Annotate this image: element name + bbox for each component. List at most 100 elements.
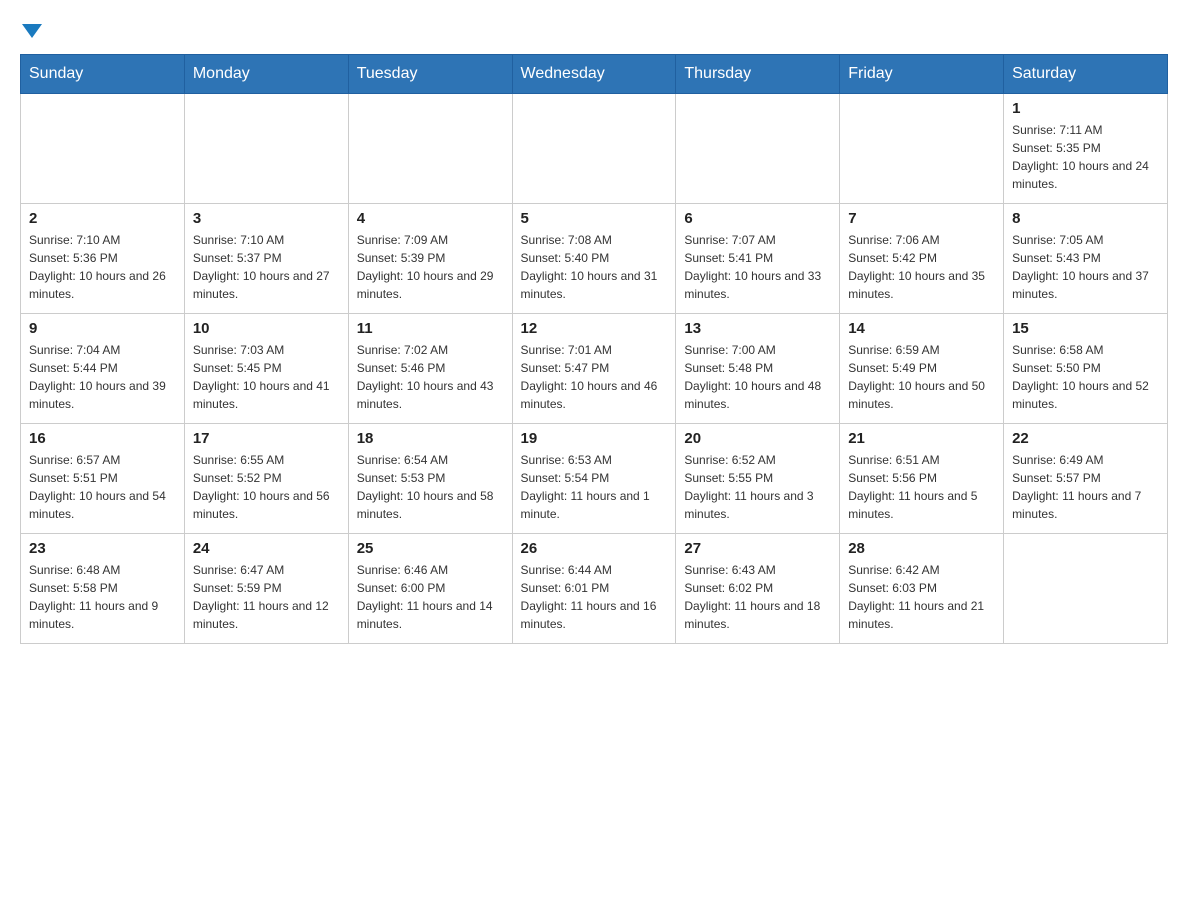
calendar-cell: 2 Sunrise: 7:10 AM Sunset: 5:36 PM Daylig… [21,204,185,314]
calendar-header: SundayMondayTuesdayWednesdayThursdayFrid… [21,55,1168,94]
day-info: Sunrise: 7:10 AM Sunset: 5:36 PM Dayligh… [29,231,176,303]
day-info: Sunrise: 6:42 AM Sunset: 6:03 PM Dayligh… [848,561,995,633]
day-info: Sunrise: 6:58 AM Sunset: 5:50 PM Dayligh… [1012,341,1159,413]
calendar-cell: 25 Sunrise: 6:46 AM Sunset: 6:00 PM Dayli… [348,534,512,644]
calendar-cell: 9 Sunrise: 7:04 AM Sunset: 5:44 PM Daylig… [21,314,185,424]
day-number: 10 [193,320,340,337]
calendar-cell: 19 Sunrise: 6:53 AM Sunset: 5:54 PM Dayli… [512,424,676,534]
day-info: Sunrise: 7:07 AM Sunset: 5:41 PM Dayligh… [684,231,831,303]
day-info: Sunrise: 6:53 AM Sunset: 5:54 PM Dayligh… [521,451,668,523]
day-info: Sunrise: 6:57 AM Sunset: 5:51 PM Dayligh… [29,451,176,523]
day-number: 14 [848,320,995,337]
calendar-cell [512,94,676,204]
day-info: Sunrise: 7:01 AM Sunset: 5:47 PM Dayligh… [521,341,668,413]
page-header [20,20,1168,38]
day-info: Sunrise: 7:09 AM Sunset: 5:39 PM Dayligh… [357,231,504,303]
day-info: Sunrise: 6:54 AM Sunset: 5:53 PM Dayligh… [357,451,504,523]
calendar-cell [184,94,348,204]
day-number: 12 [521,320,668,337]
day-of-week-header: Sunday [21,55,185,94]
day-info: Sunrise: 6:43 AM Sunset: 6:02 PM Dayligh… [684,561,831,633]
day-number: 28 [848,540,995,557]
week-row: 23 Sunrise: 6:48 AM Sunset: 5:58 PM Dayli… [21,534,1168,644]
calendar-cell [676,94,840,204]
days-of-week-row: SundayMondayTuesdayWednesdayThursdayFrid… [21,55,1168,94]
calendar-cell: 10 Sunrise: 7:03 AM Sunset: 5:45 PM Dayli… [184,314,348,424]
calendar-cell [840,94,1004,204]
calendar-cell: 1 Sunrise: 7:11 AM Sunset: 5:35 PM Daylig… [1004,94,1168,204]
day-info: Sunrise: 6:59 AM Sunset: 5:49 PM Dayligh… [848,341,995,413]
day-number: 9 [29,320,176,337]
calendar-cell: 12 Sunrise: 7:01 AM Sunset: 5:47 PM Dayli… [512,314,676,424]
calendar-cell: 23 Sunrise: 6:48 AM Sunset: 5:58 PM Dayli… [21,534,185,644]
day-info: Sunrise: 7:10 AM Sunset: 5:37 PM Dayligh… [193,231,340,303]
day-info: Sunrise: 6:49 AM Sunset: 5:57 PM Dayligh… [1012,451,1159,523]
week-row: 9 Sunrise: 7:04 AM Sunset: 5:44 PM Daylig… [21,314,1168,424]
day-number: 3 [193,210,340,227]
day-number: 5 [521,210,668,227]
day-number: 13 [684,320,831,337]
day-info: Sunrise: 7:00 AM Sunset: 5:48 PM Dayligh… [684,341,831,413]
calendar-cell: 4 Sunrise: 7:09 AM Sunset: 5:39 PM Daylig… [348,204,512,314]
day-info: Sunrise: 6:46 AM Sunset: 6:00 PM Dayligh… [357,561,504,633]
calendar-cell: 22 Sunrise: 6:49 AM Sunset: 5:57 PM Dayli… [1004,424,1168,534]
calendar-cell: 15 Sunrise: 6:58 AM Sunset: 5:50 PM Dayli… [1004,314,1168,424]
day-info: Sunrise: 6:55 AM Sunset: 5:52 PM Dayligh… [193,451,340,523]
day-number: 25 [357,540,504,557]
day-info: Sunrise: 6:47 AM Sunset: 5:59 PM Dayligh… [193,561,340,633]
day-number: 19 [521,430,668,447]
day-number: 26 [521,540,668,557]
day-info: Sunrise: 7:08 AM Sunset: 5:40 PM Dayligh… [521,231,668,303]
week-row: 2 Sunrise: 7:10 AM Sunset: 5:36 PM Daylig… [21,204,1168,314]
day-number: 18 [357,430,504,447]
week-row: 1 Sunrise: 7:11 AM Sunset: 5:35 PM Daylig… [21,94,1168,204]
day-number: 4 [357,210,504,227]
day-number: 8 [1012,210,1159,227]
calendar-cell: 11Sunrise: 7:02 AM Sunset: 5:46 PM Dayli… [348,314,512,424]
day-of-week-header: Thursday [676,55,840,94]
calendar-cell: 27 Sunrise: 6:43 AM Sunset: 6:02 PM Dayli… [676,534,840,644]
day-info: Sunrise: 6:48 AM Sunset: 5:58 PM Dayligh… [29,561,176,633]
calendar-cell: 13 Sunrise: 7:00 AM Sunset: 5:48 PM Dayli… [676,314,840,424]
day-info: Sunrise: 7:02 AM Sunset: 5:46 PM Dayligh… [357,341,504,413]
calendar-cell: 20Sunrise: 6:52 AM Sunset: 5:55 PM Dayli… [676,424,840,534]
logo-arrow-icon [22,24,42,38]
calendar-cell [21,94,185,204]
day-of-week-header: Monday [184,55,348,94]
day-info: Sunrise: 6:44 AM Sunset: 6:01 PM Dayligh… [521,561,668,633]
calendar-cell: 14 Sunrise: 6:59 AM Sunset: 5:49 PM Dayli… [840,314,1004,424]
day-number: 23 [29,540,176,557]
calendar-cell: 28 Sunrise: 6:42 AM Sunset: 6:03 PM Dayli… [840,534,1004,644]
day-number: 2 [29,210,176,227]
calendar-cell: 7 Sunrise: 7:06 AM Sunset: 5:42 PM Daylig… [840,204,1004,314]
calendar-cell: 21Sunrise: 6:51 AM Sunset: 5:56 PM Dayli… [840,424,1004,534]
calendar-cell: 26 Sunrise: 6:44 AM Sunset: 6:01 PM Dayli… [512,534,676,644]
calendar-cell: 8Sunrise: 7:05 AM Sunset: 5:43 PM Daylig… [1004,204,1168,314]
day-number: 20 [684,430,831,447]
calendar-cell [348,94,512,204]
day-info: Sunrise: 7:06 AM Sunset: 5:42 PM Dayligh… [848,231,995,303]
calendar-cell: 18 Sunrise: 6:54 AM Sunset: 5:53 PM Dayli… [348,424,512,534]
calendar-cell: 17Sunrise: 6:55 AM Sunset: 5:52 PM Dayli… [184,424,348,534]
week-row: 16Sunrise: 6:57 AM Sunset: 5:51 PM Dayli… [21,424,1168,534]
day-number: 7 [848,210,995,227]
calendar-cell: 24 Sunrise: 6:47 AM Sunset: 5:59 PM Dayli… [184,534,348,644]
day-info: Sunrise: 7:04 AM Sunset: 5:44 PM Dayligh… [29,341,176,413]
day-number: 27 [684,540,831,557]
day-info: Sunrise: 7:03 AM Sunset: 5:45 PM Dayligh… [193,341,340,413]
day-of-week-header: Tuesday [348,55,512,94]
calendar-cell: 3 Sunrise: 7:10 AM Sunset: 5:37 PM Daylig… [184,204,348,314]
day-number: 24 [193,540,340,557]
day-number: 1 [1012,100,1159,117]
day-number: 15 [1012,320,1159,337]
day-info: Sunrise: 7:11 AM Sunset: 5:35 PM Dayligh… [1012,121,1159,193]
day-of-week-header: Wednesday [512,55,676,94]
day-number: 21 [848,430,995,447]
day-of-week-header: Saturday [1004,55,1168,94]
calendar-cell: 5 Sunrise: 7:08 AM Sunset: 5:40 PM Daylig… [512,204,676,314]
day-number: 6 [684,210,831,227]
calendar-cell [1004,534,1168,644]
day-of-week-header: Friday [840,55,1004,94]
day-number: 22 [1012,430,1159,447]
calendar-body: 1 Sunrise: 7:11 AM Sunset: 5:35 PM Daylig… [21,94,1168,644]
